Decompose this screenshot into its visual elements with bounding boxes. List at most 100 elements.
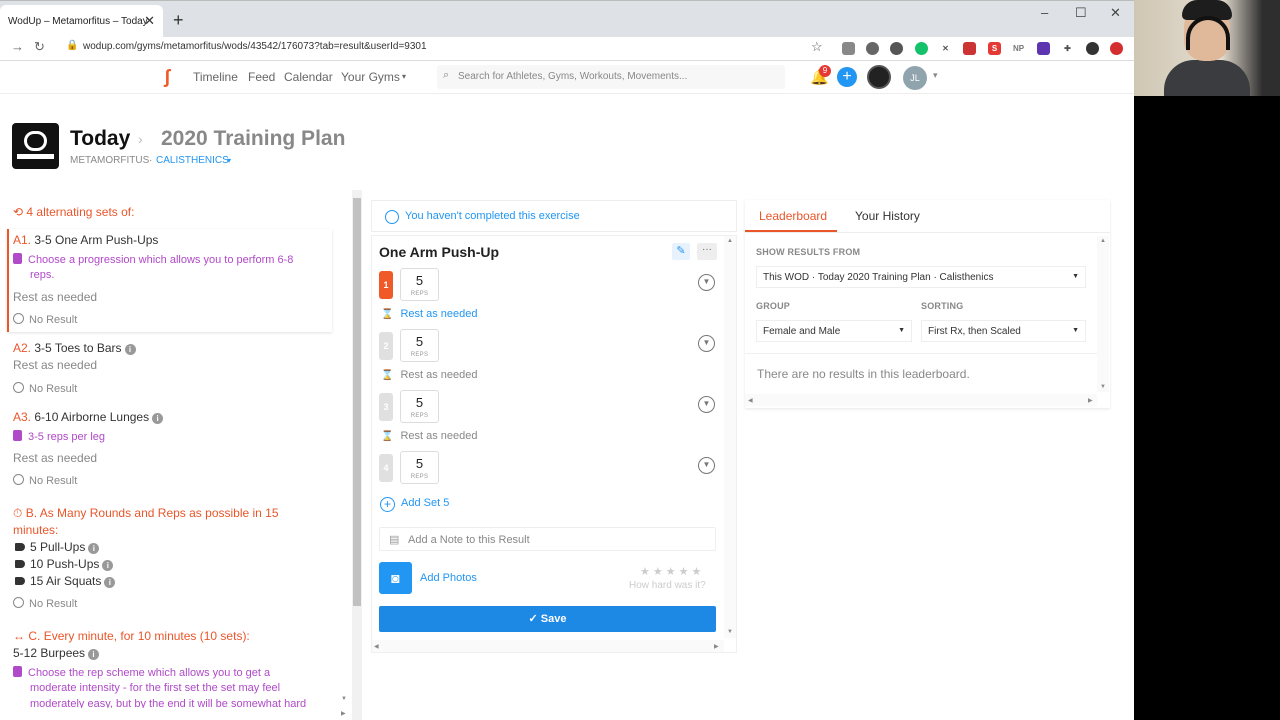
info-icon[interactable]: i bbox=[152, 413, 164, 424]
section-b-header[interactable]: ⏱ B. As Many Rounds and Reps as possible… bbox=[13, 506, 279, 521]
wodup-logo-icon[interactable]: ʃ bbox=[164, 67, 170, 89]
completion-status[interactable]: You haven't completed this exercise bbox=[371, 200, 737, 232]
search-input[interactable]: ⌕ Search for Athletes, Gyms, Workouts, M… bbox=[437, 65, 785, 89]
info-icon[interactable]: i bbox=[88, 649, 100, 660]
scroll-right-arrow-icon[interactable]: ▶ bbox=[714, 643, 719, 650]
group-label: GROUP bbox=[756, 301, 791, 311]
s-extension-icon[interactable]: S bbox=[988, 42, 1001, 55]
rest-row[interactable]: ⌛ Rest as needed bbox=[381, 430, 478, 442]
address-bar[interactable]: wodup.com/gyms/metamorfitus/wods/43542/1… bbox=[83, 41, 427, 52]
section-c-header[interactable]: ↔ C. Every minute, for 10 minutes (10 se… bbox=[13, 629, 250, 643]
info-icon[interactable]: i bbox=[88, 543, 100, 554]
save-button[interactable]: ✓ Save bbox=[379, 606, 716, 632]
result-radio[interactable]: No Result bbox=[13, 474, 77, 487]
rest-row[interactable]: ⌛ Rest as needed bbox=[381, 308, 478, 320]
info-icon[interactable]: i bbox=[102, 560, 114, 571]
chevron-down-icon[interactable]: ▼ bbox=[698, 274, 715, 291]
nav-timeline[interactable]: Timeline bbox=[193, 70, 238, 84]
workout-item-a1[interactable]: A1. 3-5 One Arm Push-Ups bbox=[13, 233, 158, 247]
plan-title[interactable]: 2020 Training Plan bbox=[161, 127, 345, 151]
nav-your-gyms[interactable]: Your Gyms bbox=[341, 70, 400, 84]
gym-switcher-avatar[interactable] bbox=[867, 65, 891, 89]
separator-dot: · bbox=[149, 155, 153, 166]
user-avatar[interactable]: JL bbox=[903, 66, 927, 90]
chevron-down-icon[interactable]: ▼ bbox=[698, 335, 715, 352]
info-icon[interactable]: i bbox=[124, 344, 136, 355]
camera-icon[interactable]: ◙ bbox=[379, 562, 412, 594]
pocket-extension-icon[interactable] bbox=[963, 42, 976, 55]
leaderboard-horizontal-scrollbar[interactable] bbox=[745, 394, 1097, 406]
chevron-down-icon[interactable]: ▾ bbox=[402, 72, 406, 81]
scroll-up-arrow-icon[interactable]: ▲ bbox=[727, 238, 733, 244]
extension-icon-9[interactable] bbox=[1037, 42, 1050, 55]
chevron-down-icon[interactable]: ▾ bbox=[933, 70, 938, 81]
scroll-down-arrow-icon[interactable]: ▼ bbox=[1100, 384, 1106, 390]
maximize-icon[interactable]: ☐ bbox=[1075, 5, 1087, 21]
rest-row[interactable]: ⌛ Rest as needed bbox=[381, 369, 478, 381]
scrollbar-thumb[interactable] bbox=[353, 198, 361, 606]
chevron-down-icon[interactable]: ▾ bbox=[227, 156, 231, 165]
reps-input[interactable]: 5 REPS bbox=[400, 451, 439, 484]
back-arrow-icon[interactable]: → bbox=[11, 39, 24, 54]
track-selector[interactable]: CALISTHENICS bbox=[156, 155, 229, 166]
gym-name[interactable]: METAMORFITUS bbox=[70, 155, 149, 166]
result-radio[interactable]: No Result bbox=[13, 382, 77, 395]
browser-tab[interactable]: WodUp – Metamorfitus – Today ✕ bbox=[0, 5, 163, 38]
scroll-down-arrow-icon[interactable]: ▼ bbox=[341, 696, 347, 702]
info-icon[interactable]: i bbox=[104, 577, 116, 588]
nav-calendar[interactable]: Calendar bbox=[284, 70, 333, 84]
extension-icon-12[interactable] bbox=[1110, 42, 1123, 55]
grammarly-extension-icon[interactable] bbox=[915, 42, 928, 55]
scroll-right-arrow-icon[interactable]: ▶ bbox=[341, 710, 346, 717]
caret-down-icon: ▼ bbox=[1072, 273, 1079, 280]
sorting-select[interactable]: First Rx, then Scaled ▼ bbox=[921, 320, 1086, 342]
x-extension-icon[interactable]: ✕ bbox=[939, 42, 952, 55]
result-radio[interactable]: No Result bbox=[13, 597, 77, 610]
tab-leaderboard[interactable]: Leaderboard bbox=[759, 209, 827, 223]
reps-input[interactable]: 5 REPS bbox=[400, 390, 439, 423]
rest-label: Rest as needed bbox=[400, 369, 478, 381]
add-photos-button[interactable]: Add Photos bbox=[420, 572, 477, 584]
result-radio[interactable]: No Result bbox=[13, 313, 77, 326]
minimize-icon[interactable]: – bbox=[1041, 5, 1048, 20]
add-set-button[interactable]: + Add Set 5 bbox=[380, 497, 449, 512]
profile-avatar-icon[interactable] bbox=[1086, 42, 1099, 55]
close-tab-icon[interactable]: ✕ bbox=[144, 13, 155, 29]
notification-badge: 9 bbox=[819, 65, 831, 77]
show-results-select[interactable]: This WOD · Today 2020 Training Plan · Ca… bbox=[756, 266, 1086, 288]
more-options-icon[interactable]: ··· bbox=[697, 243, 717, 260]
nav-feed[interactable]: Feed bbox=[248, 70, 275, 84]
tab-your-history[interactable]: Your History bbox=[855, 209, 920, 223]
puzzle-extensions-icon[interactable]: ✚ bbox=[1061, 42, 1074, 55]
scroll-left-arrow-icon[interactable]: ◀ bbox=[748, 397, 753, 404]
chevron-down-icon[interactable]: ▼ bbox=[698, 396, 715, 413]
workout-item-a3[interactable]: A3. 6-10 Airborne Lunges i bbox=[13, 410, 164, 424]
reps-input[interactable]: 5 REPS bbox=[400, 329, 439, 362]
scroll-up-arrow-icon[interactable]: ▲ bbox=[1100, 238, 1106, 244]
note-input[interactable]: ▤ Add a Note to this Result bbox=[379, 527, 716, 551]
window-close-icon[interactable]: ✕ bbox=[1110, 5, 1121, 21]
leaderboard-vertical-scrollbar[interactable] bbox=[1097, 236, 1109, 392]
exercise-vertical-scrollbar[interactable] bbox=[724, 236, 736, 638]
left-scrollbar[interactable] bbox=[352, 190, 362, 720]
reps-input[interactable]: 5 REPS bbox=[400, 268, 439, 301]
pencil-edit-icon[interactable]: ✎ bbox=[672, 243, 690, 260]
extension-icon-2[interactable] bbox=[866, 42, 879, 55]
np-extension-icon[interactable]: NP bbox=[1012, 42, 1025, 55]
dropbox-extension-icon[interactable] bbox=[842, 42, 855, 55]
workout-item-a2[interactable]: A2. 3-5 Toes to Bars i bbox=[13, 341, 136, 355]
bookmark-star-icon[interactable]: ☆ bbox=[811, 39, 823, 55]
group-select[interactable]: Female and Male ▼ bbox=[756, 320, 912, 342]
difficulty-rating[interactable]: ★★★★★ bbox=[640, 565, 704, 578]
add-button[interactable]: + bbox=[837, 67, 857, 87]
reload-icon[interactable]: ↻ bbox=[34, 39, 45, 55]
search-icon: ⌕ bbox=[443, 69, 450, 81]
scroll-down-arrow-icon[interactable]: ▼ bbox=[727, 629, 733, 635]
extension-icon-3[interactable] bbox=[890, 42, 903, 55]
divider bbox=[745, 353, 1097, 354]
new-tab-button[interactable]: + bbox=[173, 10, 184, 31]
scroll-right-arrow-icon[interactable]: ▶ bbox=[1088, 397, 1093, 404]
scroll-left-arrow-icon[interactable]: ◀ bbox=[374, 643, 379, 650]
exercise-horizontal-scrollbar[interactable] bbox=[372, 640, 724, 652]
chevron-down-icon[interactable]: ▼ bbox=[698, 457, 715, 474]
